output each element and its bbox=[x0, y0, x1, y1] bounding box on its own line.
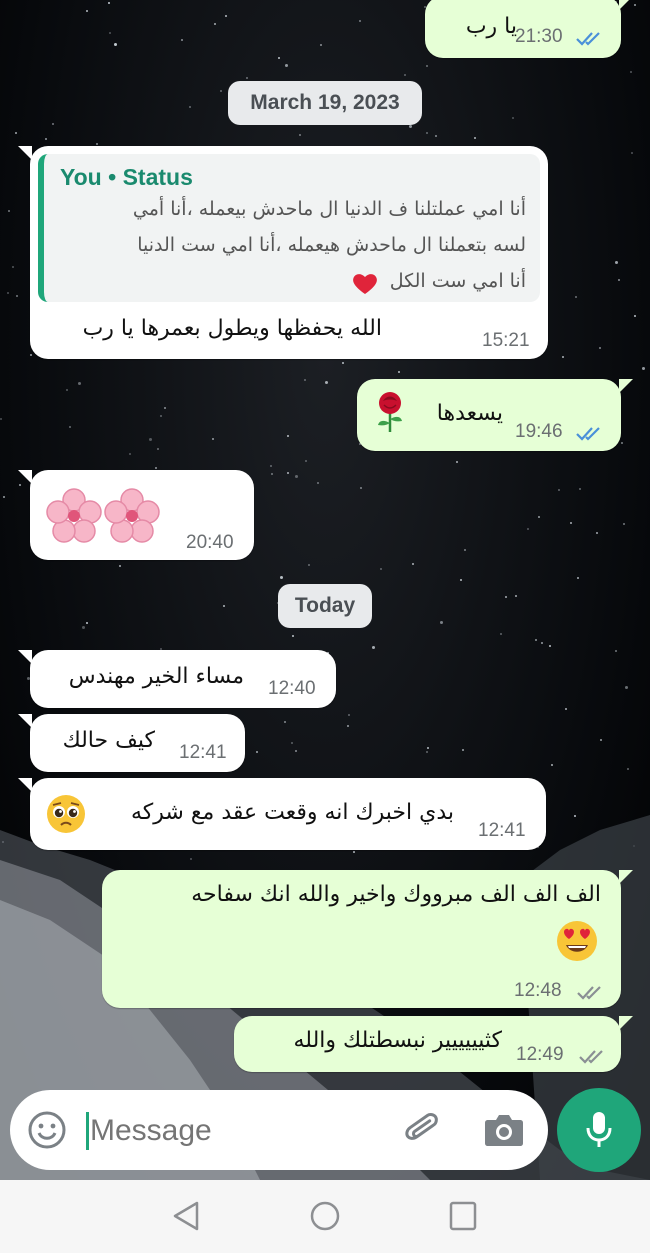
message-time: 12:41 bbox=[478, 820, 526, 841]
camera-icon[interactable] bbox=[484, 1112, 524, 1148]
quote-author: You • Status bbox=[60, 164, 193, 190]
incoming-emoji-bubble[interactable]: 20:40 bbox=[18, 470, 254, 560]
message-composer bbox=[10, 1090, 548, 1170]
delivered-ticks-icon bbox=[577, 986, 601, 1000]
message-text: الف الف الف مبرووك واخير والله انك سفاحه bbox=[191, 882, 601, 907]
date-separator: March 19, 2023 bbox=[228, 81, 422, 125]
back-triangle-icon[interactable] bbox=[171, 1200, 201, 1232]
message-text: يسعدها bbox=[436, 401, 503, 426]
recents-square-icon[interactable] bbox=[449, 1201, 477, 1231]
heart-emoji-icon bbox=[353, 274, 377, 294]
outgoing-message-bubble[interactable]: كثيييييير نبسطتلك والله 12:49 bbox=[234, 1016, 633, 1072]
pleading-face-emoji-icon bbox=[47, 795, 85, 833]
quote-line: لسه بتعملنا ال ماحدش هيعمله ،أنا امي ست … bbox=[137, 234, 526, 256]
read-ticks-icon bbox=[576, 427, 600, 441]
message-time: 15:21 bbox=[482, 330, 530, 351]
message-time: 20:40 bbox=[186, 532, 234, 553]
heart-eyes-emoji-icon bbox=[557, 921, 597, 961]
message-time: 12:49 bbox=[516, 1044, 564, 1065]
outgoing-message-bubble[interactable]: الف الف الف مبرووك واخير والله انك سفاحه… bbox=[102, 870, 633, 1008]
microphone-icon bbox=[586, 1112, 612, 1147]
home-circle-icon[interactable] bbox=[309, 1200, 341, 1232]
message-time: 19:46 bbox=[515, 421, 563, 442]
message-time: 12:41 bbox=[179, 742, 227, 763]
incoming-message-bubble[interactable]: بدي اخبرك انه وقعت عقد مع شركه 12:41 bbox=[18, 778, 546, 850]
message-text: الله يحفظها ويطول بعمرها يا رب bbox=[82, 316, 382, 341]
incoming-message-bubble[interactable]: كيف حالك 12:41 bbox=[18, 714, 245, 772]
message-time: 12:48 bbox=[514, 980, 562, 1001]
cherry-blossom-emoji-icon bbox=[104, 488, 160, 543]
message-text: يا رب bbox=[465, 14, 517, 39]
paperclip-icon[interactable] bbox=[404, 1110, 444, 1150]
outgoing-message-bubble[interactable]: يا رب 21:30 bbox=[425, 0, 633, 58]
quote-line: أنا امي ست الكل bbox=[389, 270, 526, 292]
message-text: بدي اخبرك انه وقعت عقد مع شركه bbox=[131, 800, 454, 825]
incoming-status-reply-bubble[interactable]: You • Status أنا امي عملتلنا ف الدنيا ال… bbox=[18, 146, 548, 359]
system-navigation-bar bbox=[0, 1180, 650, 1253]
message-input[interactable] bbox=[90, 1108, 390, 1154]
message-text: كيف حالك bbox=[62, 728, 155, 753]
quote-line: أنا امي عملتلنا ف الدنيا ال ماحدش بيعمله… bbox=[132, 198, 526, 220]
cherry-blossom-emoji-icon bbox=[46, 488, 102, 543]
rose-emoji-icon bbox=[378, 392, 402, 432]
incoming-message-bubble[interactable]: مساء الخير مهندس 12:40 bbox=[18, 650, 336, 708]
message-time: 21:30 bbox=[515, 26, 563, 47]
message-time: 12:40 bbox=[268, 678, 316, 699]
date-separator: Today bbox=[278, 584, 372, 628]
read-ticks-icon bbox=[576, 32, 600, 46]
delivered-ticks-icon bbox=[579, 1050, 603, 1064]
smiley-icon[interactable] bbox=[26, 1109, 68, 1151]
cursor bbox=[86, 1112, 89, 1150]
voice-record-button[interactable] bbox=[557, 1088, 641, 1172]
outgoing-message-bubble[interactable]: يسعدها 19:46 bbox=[357, 379, 633, 451]
message-text: مساء الخير مهندس bbox=[68, 664, 244, 689]
quoted-status-block[interactable]: You • Status أنا امي عملتلنا ف الدنيا ال… bbox=[38, 154, 540, 302]
message-text: كثيييييير نبسطتلك والله bbox=[293, 1028, 502, 1053]
